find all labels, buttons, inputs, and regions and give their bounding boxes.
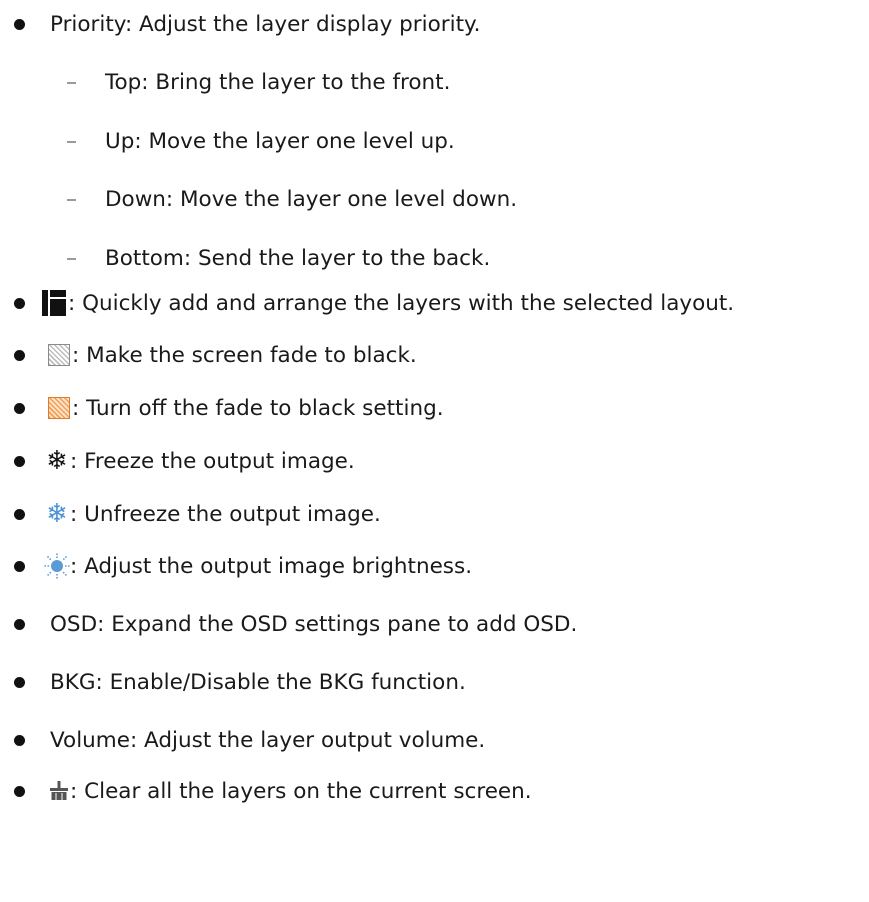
- item-content: ❄ : Unfreeze the output image.: [44, 501, 381, 527]
- item-content: : Adjust the output image brightness.: [44, 553, 472, 579]
- item-text: : Adjust the output image brightness.: [70, 553, 473, 579]
- item-text: OSD: Expand the OSD settings pane to add…: [50, 611, 578, 637]
- item-text: Up: Move the layer one level up.: [105, 128, 455, 154]
- bullet-dot: [14, 619, 25, 630]
- item-text: BKG: Enable/Disable the BKG function.: [50, 669, 466, 695]
- item-text: Volume: Adjust the layer output volume.: [50, 727, 486, 753]
- bullet-dot: [14, 561, 25, 572]
- fade-to-black-active-icon: [48, 397, 70, 419]
- item-content: : Make the screen fade to black.: [48, 343, 417, 368]
- item-text: Down: Move the layer one level down.: [105, 186, 518, 212]
- item-content: : Quickly add and arrange the layers wit…: [42, 290, 734, 316]
- bullet-dot: [14, 350, 25, 361]
- bullet-dot: [14, 786, 25, 797]
- fade-to-black-icon: [48, 344, 70, 366]
- bullet-dot: [14, 677, 25, 688]
- freeze-icon: ❄: [46, 446, 68, 476]
- clear-layers-icon: [48, 780, 70, 802]
- dash-marker: [67, 82, 76, 84]
- bullet-dot: [14, 509, 25, 520]
- item-text: Priority: Adjust the layer display prior…: [50, 11, 481, 37]
- item-content: : Turn off the fade to black setting.: [48, 396, 444, 421]
- unfreeze-icon: ❄: [46, 499, 68, 529]
- item-content: ❄ : Freeze the output image.: [44, 448, 355, 474]
- layout-icon: [42, 290, 66, 316]
- bullet-dot: [14, 735, 25, 746]
- bullet-dot: [14, 19, 25, 30]
- item-text: : Unfreeze the output image.: [70, 501, 381, 527]
- item-text: : Clear all the layers on the current sc…: [70, 778, 532, 804]
- item-text: : Turn off the fade to black setting.: [72, 395, 444, 421]
- dash-marker: [67, 141, 76, 143]
- bullet-dot: [14, 298, 25, 309]
- item-text: Top: Bring the layer to the front.: [105, 69, 451, 95]
- dash-marker: [67, 258, 76, 260]
- item-text: : Make the screen fade to black.: [72, 342, 417, 368]
- dash-marker: [67, 199, 76, 201]
- item-text: : Quickly add and arrange the layers wit…: [68, 290, 735, 316]
- item-text: Bottom: Send the layer to the back.: [105, 245, 491, 271]
- bullet-dot: [14, 456, 25, 467]
- item-content: : Clear all the layers on the current sc…: [48, 779, 532, 804]
- bullet-dot: [14, 403, 25, 414]
- item-text: : Freeze the output image.: [70, 448, 355, 474]
- document: Priority: Adjust the layer display prior…: [0, 0, 869, 902]
- brightness-icon: [44, 553, 70, 579]
